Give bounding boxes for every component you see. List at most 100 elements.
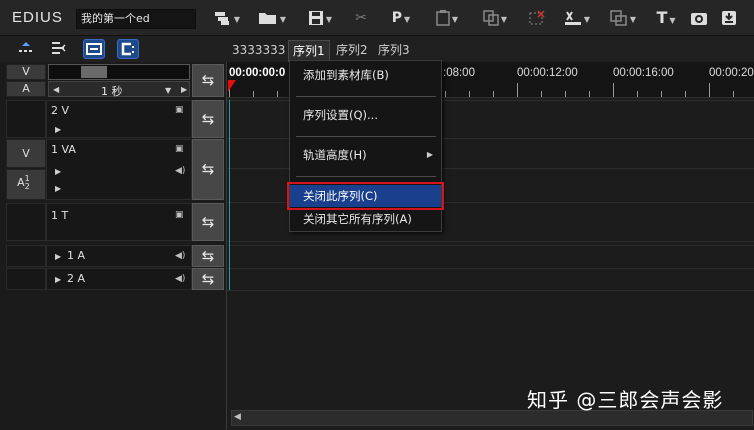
menu-sequence-settings[interactable]: 序列设置(Q)... [290, 104, 441, 126]
open-project-button[interactable]: ▼ [255, 8, 289, 28]
insert-mode-button[interactable] [83, 39, 105, 59]
track-2v-sync-button[interactable]: ⇆ [192, 100, 224, 138]
track-2a-expand-icon[interactable]: ▶ [55, 275, 61, 284]
sync-lock-icon: ⇆ [201, 270, 215, 288]
track-1t-header[interactable]: 1 T ▣ [46, 203, 192, 241]
video-mute-icon[interactable]: ▣ [175, 105, 184, 115]
in-out-icon [564, 11, 581, 25]
main-toolbar: EDIUS 我的第一个ed ▼ ▼ ▼ ✂ P ▼ ▼ ▼ ▼ ▼ T ▼ [0, 0, 754, 36]
track-1a-sync-button[interactable]: ⇆ [192, 245, 224, 267]
text-icon: T [656, 8, 668, 27]
track-2a-sync-button[interactable]: ⇆ [192, 268, 224, 290]
track-1a-header[interactable]: ▶ 1 A ◀) [46, 245, 192, 267]
track-1va-name: 1 VA [51, 143, 76, 156]
overwrite-mode-icon [121, 42, 134, 56]
playhead-icon[interactable] [227, 80, 237, 92]
new-sequence-button[interactable]: ▼ [210, 8, 244, 28]
insert-mode-icon [86, 43, 102, 55]
track-2v-patch[interactable] [6, 100, 46, 138]
menu-add-to-bin[interactable]: 添加到素材库(B) [290, 64, 441, 86]
ripple-icon [610, 10, 627, 26]
save-button[interactable]: ▼ [303, 8, 337, 28]
text-button[interactable]: T ▼ [652, 8, 680, 28]
video-patch-label[interactable]: V [6, 64, 46, 80]
sync-lock-icon: ⇆ [201, 160, 215, 178]
audio-patch-label[interactable]: A [6, 81, 46, 97]
p-button[interactable]: P ▼ [386, 8, 416, 28]
ruler-tick [661, 91, 662, 97]
track-1va-header[interactable]: 1 VA ▣ ▶ ◀) ▶ [46, 139, 192, 200]
track-1va-audio-patch[interactable]: A12 [6, 169, 46, 200]
ripple-button[interactable]: ▼ [606, 8, 640, 28]
watermark: 知乎 @三郎会声会影 [527, 388, 724, 412]
audio-patch-subscript: 2 [24, 182, 30, 191]
track-2a-header[interactable]: ▶ 2 A ◀) [46, 268, 192, 290]
timecode-label: :08:00 [443, 67, 475, 79]
zoom-slider-thumb[interactable] [81, 66, 107, 78]
ruler-tick [541, 91, 542, 97]
open-folder-icon [258, 13, 276, 24]
scale-decrease-icon[interactable]: ◀ [53, 85, 59, 94]
sync-lock-icon: ⇆ [201, 110, 215, 128]
track-1va-video-expand-icon[interactable]: ▶ [55, 167, 61, 176]
video-mute-icon[interactable]: ▣ [175, 144, 184, 154]
menu-separator [296, 96, 436, 97]
menu-track-height[interactable]: 轨道高度(H) ▶ [290, 144, 441, 166]
track-2a-name: 2 A [67, 272, 86, 285]
track-1t-sync-button[interactable]: ⇆ [192, 203, 224, 241]
menu-separator [296, 136, 436, 137]
current-timecode: 00:00:00:0 [229, 67, 286, 79]
track-2a-patch[interactable] [6, 268, 46, 290]
zoom-slider[interactable] [48, 64, 190, 80]
export-button[interactable] [718, 8, 740, 28]
track-1t-name: 1 T [51, 209, 69, 222]
menu-close-this-sequence[interactable]: 关闭此序列(C) [287, 182, 444, 210]
capture-button[interactable] [688, 8, 710, 28]
audio-patch-letter: A [17, 176, 25, 189]
scale-dropdown-icon[interactable]: ▼ [165, 86, 171, 95]
tab-3333333[interactable]: 3333333 [228, 40, 289, 62]
track-1a-name: 1 A [67, 249, 86, 262]
scale-increase-icon[interactable]: ▶ [181, 85, 187, 94]
cut-button[interactable]: ✂ [350, 8, 372, 28]
track-1a-patch[interactable] [6, 245, 46, 267]
menu-separator [296, 176, 436, 177]
ripple-mode-icon [52, 42, 66, 54]
ruler-tick [445, 91, 446, 97]
clipboard-icon [436, 10, 450, 26]
track-lane-2a[interactable] [227, 268, 754, 291]
submenu-arrow-icon: ▶ [426, 150, 433, 159]
delete-button[interactable] [526, 8, 548, 28]
track-lane-1a[interactable] [227, 245, 754, 268]
speaker-icon[interactable]: ◀) [175, 274, 185, 284]
menu-close-other-sequences[interactable]: 关闭其它所有序列(A) [290, 208, 441, 230]
video-mute-icon[interactable]: ▣ [175, 210, 184, 220]
scroll-left-icon[interactable]: ◀ [234, 412, 241, 422]
track-1a-expand-icon[interactable]: ▶ [55, 252, 61, 261]
capture-icon [691, 13, 707, 25]
tab-sequence-2[interactable]: 序列2 [332, 40, 372, 62]
timescale-selector[interactable]: ◀ 1 秒 ▼ ▶ [48, 81, 190, 98]
track-1va-sync-button[interactable]: ⇆ [192, 139, 224, 200]
header-sync-button[interactable]: ⇆ [192, 64, 224, 97]
track-1t-patch[interactable] [6, 203, 46, 241]
ripple-mode-button[interactable] [49, 39, 71, 59]
in-out-button[interactable]: ▼ [560, 8, 594, 28]
ruler-tick [709, 83, 710, 97]
speaker-icon[interactable]: ◀) [175, 251, 185, 261]
clipboard-button[interactable]: ▼ [430, 8, 464, 28]
sync-mode-button[interactable] [16, 39, 38, 59]
track-2v-expand-icon[interactable]: ▶ [55, 125, 61, 134]
overwrite-mode-button[interactable] [117, 39, 139, 59]
track-1va-audio-expand-icon[interactable]: ▶ [55, 184, 61, 193]
tab-sequence-3[interactable]: 序列3 [374, 40, 414, 62]
project-name-field[interactable]: 我的第一个ed [76, 9, 196, 29]
ruler-tick [517, 83, 518, 97]
menu-track-height-label: 轨道高度(H) [303, 148, 367, 162]
timescale-value: 1 秒 [101, 85, 123, 98]
tab-sequence-1[interactable]: 序列1 [288, 40, 330, 62]
track-2v-header[interactable]: 2 V ▣ ▶ [46, 100, 192, 138]
speaker-icon[interactable]: ◀) [175, 166, 185, 176]
copy-button[interactable]: ▼ [478, 8, 512, 28]
track-1va-video-patch[interactable]: V [6, 139, 46, 168]
